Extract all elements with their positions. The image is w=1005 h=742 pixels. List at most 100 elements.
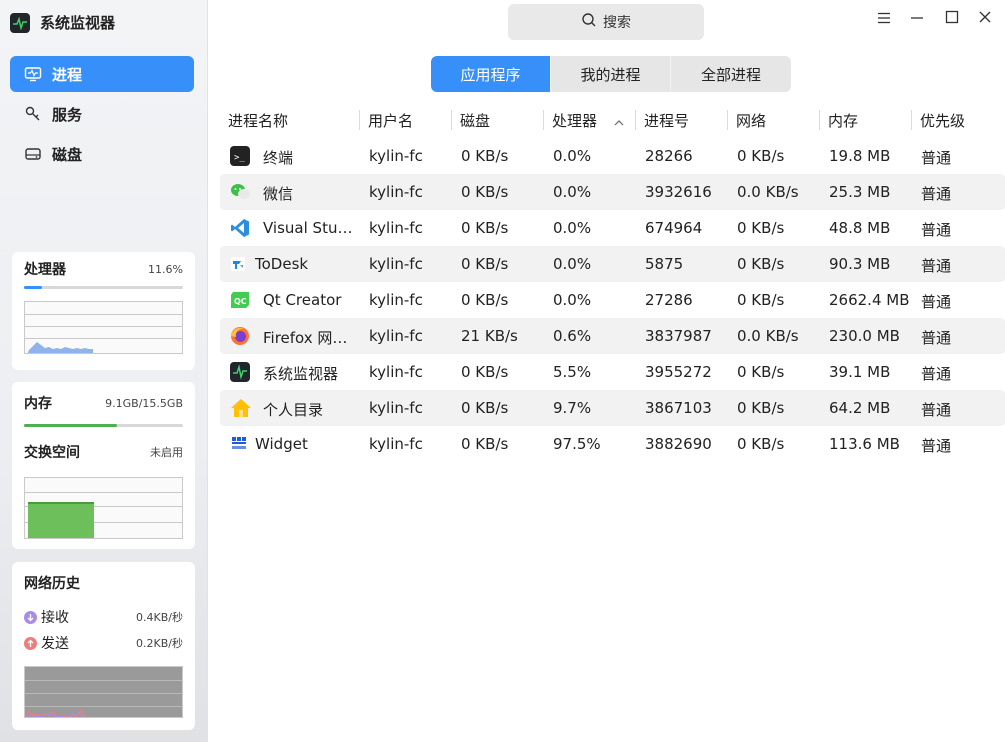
cell-pid: 674964	[645, 219, 703, 237]
cell-priority: 普通	[921, 437, 952, 455]
cell-pid: 3867103	[645, 399, 712, 417]
menu-icon	[877, 10, 891, 28]
svg-text:>_: >_	[234, 153, 245, 163]
memory-value: 9.1GB/15.5GB	[105, 396, 183, 410]
memory-label: 内存	[24, 396, 52, 412]
memory-card: 内存 9.1GB/15.5GB 交换空间 未启用	[12, 382, 195, 549]
table-row[interactable]: 微信 kylin-fc 0 KB/s 0.0% 3932616 0.0 KB/s 25.3 …	[220, 174, 1005, 210]
column-header-disk[interactable]: 磁盘	[460, 110, 490, 131]
sidebar-item-processes[interactable]: 进程	[10, 56, 194, 92]
maximize-button[interactable]	[941, 8, 963, 30]
sidebar: 系统监视器 进程 服务 磁盘 处理器 11.6% 内存 9.1GB/15.5GB…	[0, 0, 208, 742]
column-header-memory[interactable]: 内存	[828, 110, 858, 131]
menu-button[interactable]	[873, 8, 895, 30]
cell-disk: 0 KB/s	[461, 363, 509, 381]
cell-process-name: Visual Stu…	[263, 219, 353, 237]
send-label: 发送	[41, 636, 69, 652]
cell-network: 0 KB/s	[737, 399, 785, 417]
table-row[interactable]: Visual Stu… kylin-fc 0 KB/s 0.0% 674964 0 KB/…	[220, 210, 1005, 246]
system-monitor-logo-icon	[10, 12, 30, 33]
table-row[interactable]: Widget kylin-fc 0 KB/s 97.5% 3882690 0 KB/s 11…	[220, 426, 1005, 462]
search-icon	[581, 12, 597, 32]
column-header-network[interactable]: 网络	[736, 110, 766, 131]
table-row[interactable]: Firefox 网… kylin-fc 21 KB/s 0.6% 3837987 0.0 …	[220, 318, 1005, 354]
cell-priority: 普通	[921, 185, 952, 203]
sidebar-item-services[interactable]: 服务	[10, 96, 194, 132]
cell-user: kylin-fc	[369, 147, 423, 165]
cell-memory: 39.1 MB	[829, 363, 891, 381]
cpu-label: 处理器	[24, 262, 66, 278]
sidebar-item-label: 服务	[52, 105, 83, 124]
sort-ascending-icon	[614, 113, 624, 131]
cell-network: 0 KB/s	[737, 435, 785, 453]
cell-priority: 普通	[921, 365, 952, 383]
sidebar-item-label: 磁盘	[52, 145, 83, 164]
cell-user: kylin-fc	[369, 219, 423, 237]
cell-network: 0 KB/s	[737, 255, 785, 273]
sidebar-item-disks[interactable]: 磁盘	[10, 136, 194, 172]
minimize-button[interactable]	[906, 8, 928, 30]
network-card: 网络历史 接收 0.4KB/秒 发送 0.2KB/秒	[12, 562, 195, 730]
swap-value: 未启用	[150, 446, 183, 459]
vscode-icon	[230, 218, 250, 238]
minimize-icon	[910, 10, 924, 28]
cell-disk: 0 KB/s	[461, 183, 509, 201]
network-title: 网络历史	[24, 576, 80, 592]
app-title: 系统监视器	[10, 12, 115, 33]
cell-cpu: 0.0%	[553, 291, 592, 309]
table-row[interactable]: 系统监视器 kylin-fc 0 KB/s 5.5% 3955272 0 KB/s 39.1…	[220, 354, 1005, 390]
tab-all-processes[interactable]: 全部进程	[671, 56, 791, 92]
cell-priority: 普通	[921, 221, 952, 239]
cell-cpu: 0.0%	[553, 219, 592, 237]
firefox-icon	[230, 326, 250, 346]
cell-network: 0.0 KB/s	[737, 183, 799, 201]
app-title-label: 系统监视器	[40, 14, 116, 32]
cell-disk: 0 KB/s	[461, 291, 509, 309]
table-row[interactable]: ToDesk kylin-fc 0 KB/s 0.0% 5875 0 KB/s 90.3 M…	[220, 246, 1005, 282]
cell-cpu: 0.0%	[553, 183, 592, 201]
cpu-history-graph	[24, 301, 183, 354]
column-header-cpu[interactable]: 处理器	[552, 110, 597, 131]
cpu-value: 11.6%	[148, 262, 183, 276]
cell-process-name: Qt Creator	[263, 291, 342, 309]
cell-cpu: 9.7%	[553, 399, 592, 417]
cell-disk: 21 KB/s	[461, 327, 518, 345]
table-row[interactable]: 个人目录 kylin-fc 0 KB/s 9.7% 3867103 0 KB/s 64.2 …	[220, 390, 1005, 426]
cpu-card: 处理器 11.6%	[12, 252, 195, 370]
search-placeholder: 搜索	[603, 15, 631, 31]
close-button[interactable]	[974, 8, 996, 30]
process-table-header: 进程名称 用户名 磁盘 处理器 进程号 网络 内存 优先级	[220, 104, 1005, 134]
cell-memory: 230.0 MB	[829, 327, 900, 345]
cell-memory: 48.8 MB	[829, 219, 891, 237]
column-header-priority[interactable]: 优先级	[920, 110, 965, 131]
search-box[interactable]: 搜索	[508, 4, 704, 40]
cell-priority: 普通	[921, 401, 952, 419]
cell-process-name: 系统监视器	[263, 365, 339, 383]
process-table: >_ 终端 kylin-fc 0 KB/s 0.0% 28266 0 KB/s 19.8 MB…	[220, 138, 1005, 462]
monitor-icon	[24, 65, 42, 83]
cell-process-name: ToDesk	[255, 255, 309, 273]
column-header-name[interactable]: 进程名称	[228, 110, 288, 131]
widget-icon	[230, 434, 250, 454]
column-header-user[interactable]: 用户名	[368, 110, 413, 131]
cell-user: kylin-fc	[369, 363, 423, 381]
tab-applications[interactable]: 应用程序	[431, 56, 551, 92]
cell-network: 0 KB/s	[737, 363, 785, 381]
tab-my-processes[interactable]: 我的进程	[551, 56, 671, 92]
cell-pid: 3955272	[645, 363, 712, 381]
cell-network: 0 KB/s	[737, 147, 785, 165]
network-history-graph	[24, 666, 183, 718]
cell-process-name: Widget	[255, 435, 308, 453]
service-icon	[24, 105, 42, 123]
cell-process-name: 个人目录	[263, 401, 324, 419]
sidebar-nav: 进程 服务 磁盘	[10, 56, 194, 176]
column-header-pid[interactable]: 进程号	[644, 110, 689, 131]
home-folder-icon	[230, 398, 251, 418]
table-row[interactable]: QC Qt Creator kylin-fc 0 KB/s 0.0% 27286 0 KB/…	[220, 282, 1005, 318]
cell-disk: 0 KB/s	[461, 219, 509, 237]
cell-network: 0.0 KB/s	[737, 327, 799, 345]
cell-user: kylin-fc	[369, 255, 423, 273]
table-row[interactable]: >_ 终端 kylin-fc 0 KB/s 0.0% 28266 0 KB/s 19.8 MB…	[220, 138, 1005, 174]
disk-icon	[24, 145, 42, 163]
cell-disk: 0 KB/s	[461, 399, 509, 417]
